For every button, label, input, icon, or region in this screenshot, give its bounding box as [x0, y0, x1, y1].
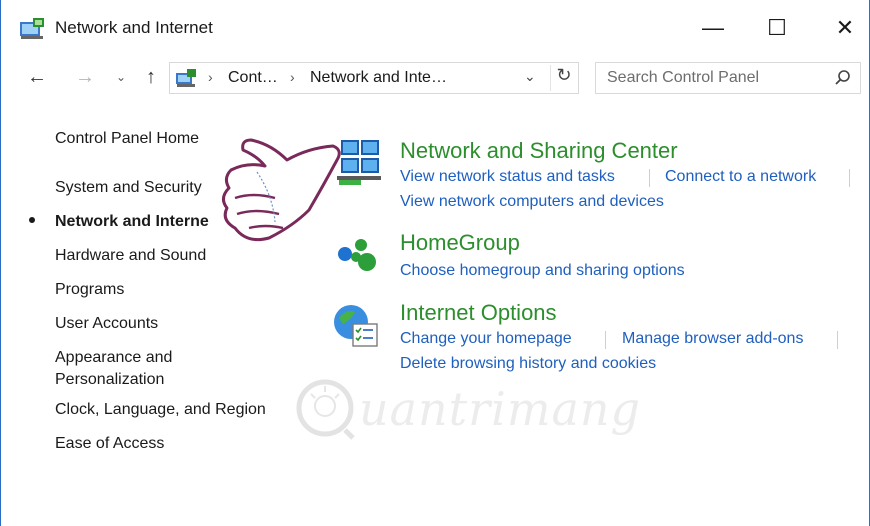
address-dropdown-button[interactable]: ⌄ — [524, 68, 536, 85]
link-choose-homegroup[interactable]: Choose homegroup and sharing options — [400, 262, 685, 280]
address-bar[interactable]: › Cont… › Network and Inte… ⌄ ↻ — [169, 62, 579, 94]
link-view-network-computers[interactable]: View network computers and devices — [400, 193, 664, 211]
internet-options-title[interactable]: Internet Options — [400, 300, 557, 326]
recent-locations-button[interactable]: ⌄ — [109, 64, 133, 90]
link-divider — [649, 169, 650, 187]
breadcrumb-control-panel[interactable]: Cont… — [228, 69, 278, 87]
sidebar-item-network-and-internet[interactable]: Network and Interne — [55, 211, 209, 233]
title-bar: Network and Internet — ☐ ✕ — [1, 0, 869, 56]
link-connect-to-network[interactable]: Connect to a network — [665, 168, 816, 186]
close-button[interactable]: ✕ — [823, 8, 867, 48]
watermark-text: uantrimang — [359, 382, 641, 436]
active-item-bullet — [29, 217, 35, 223]
link-divider — [605, 331, 606, 349]
breadcrumb-separator: › — [208, 69, 213, 85]
link-change-homepage[interactable]: Change your homepage — [400, 330, 572, 348]
network-folder-icon — [176, 69, 196, 87]
back-button[interactable]: ← — [25, 64, 49, 90]
link-divider — [837, 331, 838, 349]
category-internet-options: Internet Options Change your homepage Ma… — [331, 300, 861, 380]
breadcrumb-separator: › — [290, 69, 295, 85]
link-divider — [849, 169, 850, 187]
search-icon[interactable] — [834, 69, 852, 87]
window-title: Network and Internet — [55, 18, 213, 37]
sidebar-item-system-and-security[interactable]: System and Security — [55, 177, 202, 199]
link-view-network-status[interactable]: View network status and tasks — [400, 168, 615, 186]
sidebar-item-user-accounts[interactable]: User Accounts — [55, 313, 158, 335]
search-input[interactable]: Search Control Panel — [595, 62, 861, 94]
homegroup-title[interactable]: HomeGroup — [400, 230, 520, 256]
link-manage-addons[interactable]: Manage browser add-ons — [622, 330, 803, 348]
link-delete-browsing-history[interactable]: Delete browsing history and cookies — [400, 355, 656, 373]
maximize-button[interactable]: ☐ — [755, 8, 799, 48]
sidebar-item-ease-of-access[interactable]: Ease of Access — [55, 433, 164, 455]
sidebar-item-appearance-line1[interactable]: Appearance and — [55, 347, 172, 369]
breadcrumb-network-and-internet[interactable]: Network and Inte… — [310, 69, 447, 87]
network-sharing-center-title[interactable]: Network and Sharing Center — [400, 138, 678, 164]
forward-button[interactable]: → — [73, 64, 97, 90]
control-panel-window: Network and Internet — ☐ ✕ ← → ⌄ ↑ › Con… — [0, 0, 870, 526]
category-homegroup: HomeGroup Choose homegroup and sharing o… — [331, 230, 861, 286]
sidebar-item-appearance-line2[interactable]: Personalization — [55, 369, 164, 391]
sidebar-item-programs[interactable]: Programs — [55, 279, 124, 301]
watermark: uantrimang — [285, 372, 640, 452]
refresh-button[interactable]: ↻ — [550, 65, 577, 91]
search-placeholder: Search Control Panel — [607, 69, 760, 86]
minimize-button[interactable]: — — [691, 8, 735, 48]
sidebar-item-clock-language-region[interactable]: Clock, Language, and Region — [55, 399, 266, 421]
sidebar-item-hardware-and-sound[interactable]: Hardware and Sound — [55, 245, 206, 267]
pointing-hand-icon — [222, 138, 341, 242]
sidebar-item-control-panel-home[interactable]: Control Panel Home — [55, 128, 199, 150]
internet-options-icon — [334, 305, 378, 347]
address-toolbar: ← → ⌄ ↑ › Cont… › Network and Inte… ⌄ ↻ … — [1, 58, 869, 98]
category-network-sharing: Network and Sharing Center View network … — [331, 138, 861, 218]
up-button[interactable]: ↑ — [139, 64, 163, 90]
network-folder-icon — [20, 18, 44, 39]
